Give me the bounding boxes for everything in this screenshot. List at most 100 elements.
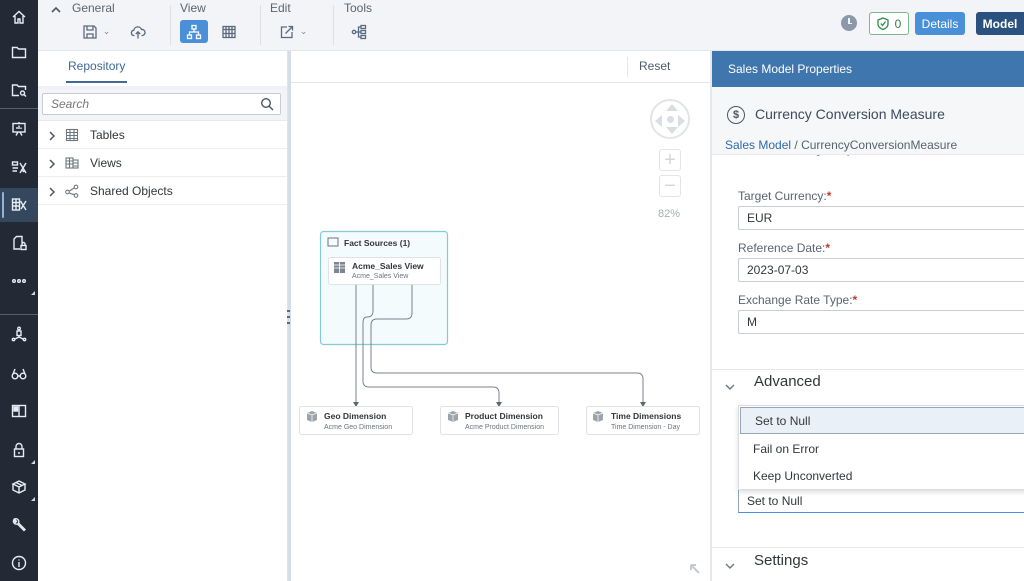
reference-date-input[interactable]: 2023-07-03 [738, 258, 1024, 282]
nav-connections[interactable] [0, 317, 38, 351]
tree-item-label: Tables [90, 128, 125, 142]
impact-lineage-button[interactable] [347, 20, 371, 43]
pan-center-icon[interactable] [667, 116, 674, 123]
dropdown-option-fail-on-error[interactable]: Fail on Error [739, 435, 1024, 462]
tree-item-views[interactable]: Views [38, 149, 287, 177]
zoom-in-button[interactable]: + [659, 149, 681, 171]
cube-icon [447, 411, 459, 422]
chevron-right-icon[interactable] [47, 185, 57, 197]
repository-tabs: Repository [38, 51, 287, 89]
zoom-out-button[interactable]: − [659, 175, 681, 197]
pan-down-icon[interactable] [666, 127, 678, 134]
minus-icon: − [664, 175, 676, 197]
home-icon [12, 10, 26, 24]
nav-info[interactable] [0, 546, 38, 580]
fit-to-screen-icon[interactable] [689, 563, 703, 577]
folder-icon [11, 46, 27, 59]
section-settings-header[interactable]: Settings [712, 548, 1024, 578]
view-icon [65, 156, 79, 170]
properties-header: Sales Model Properties [712, 51, 1024, 87]
tree-item-tables[interactable]: Tables [38, 121, 287, 149]
pan-up-icon[interactable] [666, 104, 678, 111]
dimension-subtitle: Acme Geo Dimension [324, 424, 392, 431]
breadcrumb-current: CurrencyConversionMeasure [801, 138, 958, 152]
pan-right-icon[interactable] [678, 115, 685, 127]
tree-item-shared-objects[interactable]: Shared Objects [38, 177, 287, 205]
exchange-rate-type-label: Exchange Rate Type:* [738, 293, 858, 307]
nav-monitor[interactable] [0, 357, 38, 391]
reference-date-label: Reference Date:* [738, 241, 831, 255]
plus-icon: + [664, 149, 676, 171]
nav-home[interactable] [0, 0, 38, 34]
nav-more[interactable] [0, 264, 38, 298]
lineage-icon [351, 24, 367, 39]
fact-sources-group[interactable] [319, 230, 449, 346]
nav-security[interactable] [0, 226, 38, 260]
nav-catalog[interactable] [0, 394, 38, 428]
chevron-down-icon[interactable] [724, 379, 736, 390]
zoom-level: 82% [658, 208, 681, 220]
history-icon[interactable] [841, 15, 857, 31]
dropdown-option-keep-unconverted[interactable]: Keep Unconverted [739, 462, 1024, 489]
chevron-right-icon[interactable] [47, 157, 57, 169]
diagram-canvas[interactable]: Reset Fact Sources (1) Acme_Sales View A… [291, 51, 710, 581]
nav-browse[interactable] [0, 73, 38, 107]
target-currency-input[interactable]: EUR [738, 206, 1024, 230]
search-bar [38, 89, 287, 121]
more-icon [12, 278, 26, 283]
wrench-icon [12, 518, 26, 532]
toolbar-group-general: General ⌄ [38, 0, 164, 51]
dimension-subtitle: Acme Product Dimension [465, 424, 544, 431]
dropdown-option-set-to-null[interactable]: Set to Null [740, 407, 1024, 434]
chevron-down-icon[interactable] [724, 558, 736, 569]
diagram-view-button[interactable] [180, 20, 208, 43]
cloud-upload-icon [130, 25, 146, 38]
dimension-node-product[interactable]: Product Dimension Acme Product Dimension [440, 406, 559, 435]
toolbar-group-tools: Tools [333, 0, 393, 51]
nav-files[interactable] [0, 35, 38, 69]
nav-access[interactable] [0, 433, 38, 467]
error-handling-dropdown: Set to Null Fail on Error Keep Unconvert… [738, 405, 1024, 490]
dimension-title: Time Dimensions [611, 411, 681, 421]
business-builder-icon [11, 198, 27, 211]
tab-repository[interactable]: Repository [65, 59, 128, 83]
chevron-right-icon[interactable] [47, 129, 57, 141]
chevron-down-icon: ⌄ [102, 26, 111, 36]
breadcrumb-link-sales-model[interactable]: Sales Model [725, 138, 791, 152]
nav-data-builder[interactable] [0, 151, 38, 185]
source-node-title: Acme_Sales View [352, 261, 424, 271]
nav-tools[interactable] [0, 508, 38, 542]
required-marker: * [852, 293, 858, 307]
properties-panel: Sales Model Properties Currency Properti… [710, 51, 1024, 581]
table-view-button[interactable] [216, 20, 242, 43]
search-input[interactable] [43, 94, 253, 114]
nav-packages[interactable] [0, 470, 38, 504]
dimension-title: Geo Dimension [324, 411, 386, 421]
dimension-node-geo[interactable]: Geo Dimension Acme Geo Dimension [299, 406, 413, 435]
info-icon [11, 555, 27, 571]
search-field [42, 93, 281, 115]
pan-control[interactable] [650, 99, 690, 139]
pan-left-icon[interactable] [655, 115, 662, 127]
export-menu-button[interactable]: ⌄ [274, 20, 312, 43]
glasses-icon [11, 368, 27, 380]
error-handling-select[interactable]: Set to Null [738, 489, 1024, 513]
section-title: Advanced [754, 373, 821, 390]
data-builder-icon [11, 161, 27, 174]
model-button[interactable]: Model [976, 12, 1024, 35]
network-icon [11, 326, 27, 342]
nav-business-builder[interactable] [0, 188, 38, 222]
deploy-button[interactable] [126, 20, 150, 43]
nav-rail [0, 0, 38, 581]
save-menu-button[interactable]: ⌄ [78, 20, 114, 43]
nav-presentation[interactable] [0, 112, 38, 146]
validation-badge[interactable]: 0 [869, 12, 909, 35]
search-icon[interactable] [260, 97, 274, 111]
details-button[interactable]: Details [915, 12, 965, 35]
dimension-node-time[interactable]: Time Dimensions Time Dimension - Day [586, 406, 700, 435]
source-node-subtitle: Acme_Sales View [352, 273, 409, 280]
section-advanced-header[interactable]: Advanced [712, 369, 1024, 399]
group-title: View [180, 1, 206, 15]
exchange-rate-type-input[interactable]: M [738, 310, 1024, 334]
currency-icon: $ [727, 106, 745, 124]
